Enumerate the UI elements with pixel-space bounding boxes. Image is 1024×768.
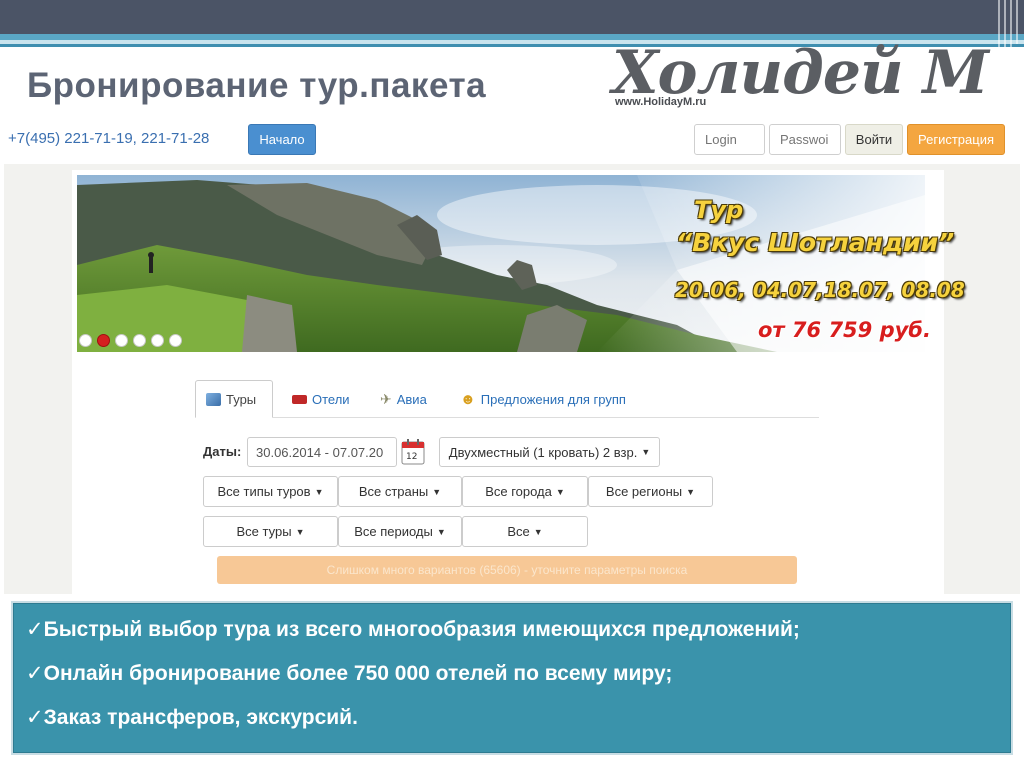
chevron-down-icon: ▼ [436, 526, 446, 537]
dropdown-label: Все регионы [605, 484, 683, 499]
tour-type-dropdown[interactable]: Все типы туров ▼ [203, 476, 338, 507]
city-dropdown[interactable]: Все города ▼ [462, 476, 588, 507]
country-dropdown[interactable]: Все страны ▼ [338, 476, 462, 507]
password-input[interactable] [769, 124, 841, 155]
slide-dot[interactable] [133, 334, 146, 347]
calendar-icon[interactable]: 12 [400, 438, 426, 466]
feature-text: Онлайн бронирование более 750 000 отелей… [43, 662, 673, 685]
holiday-m-logo: Холидей М www.HolidayM.ru [612, 38, 1004, 114]
plane-icon: ✈ [380, 390, 392, 407]
tab-label: Туры [226, 391, 257, 407]
group-icon: ☻ [460, 390, 476, 408]
room-select-value: Двухместный (1 кровать) 2 взр. [448, 444, 638, 460]
checkmark-icon: ✓ [26, 618, 44, 641]
dropdown-label: Все города [485, 484, 552, 499]
feature-item: ✓Онлайн бронирование более 750 000 отеле… [26, 661, 672, 686]
search-warning: Слишком много вариантов (65606) - уточни… [217, 556, 797, 584]
tours-dropdown[interactable]: Все туры ▼ [203, 516, 338, 547]
bed-icon [292, 394, 307, 404]
tab-label: Предложения для групп [480, 391, 626, 407]
chevron-down-icon: ▼ [641, 447, 651, 457]
login-button[interactable]: Войти [845, 124, 903, 155]
feature-item: ✓Быстрый выбор тура из всего многообрази… [26, 617, 800, 642]
tab-groups[interactable]: ☻ Предложения для групп [450, 380, 636, 418]
dates-label: Даты: [203, 444, 242, 459]
room-select[interactable]: Двухместный (1 кровать) 2 взр. ▼ [439, 437, 660, 467]
feature-text: Заказ трансферов, экскурсий. [43, 706, 358, 729]
feature-item: ✓Заказ трансферов, экскурсий. [26, 705, 358, 730]
slide-dot[interactable] [151, 334, 164, 347]
tab-hotels[interactable]: Отели [282, 380, 360, 418]
dropdown-label: Все [507, 524, 530, 539]
tab-tours[interactable]: Туры [195, 380, 273, 418]
banner-dates: 20.06, 04.07,18.07, 08.08 [675, 278, 965, 302]
period-dropdown[interactable]: Все периоды ▼ [338, 516, 462, 547]
phone-numbers: +7(495) 221-71-19, 221-71-28 [8, 130, 210, 147]
feature-text: Быстрый выбор тура из всего многообразия… [43, 618, 800, 641]
tab-avia[interactable]: ✈ Авиа [370, 380, 437, 418]
checkmark-icon: ✓ [26, 662, 44, 685]
checkmark-icon: ✓ [26, 706, 44, 729]
chevron-down-icon: ▼ [555, 486, 565, 497]
chevron-down-icon: ▼ [295, 526, 305, 537]
slide-dot[interactable] [169, 334, 182, 347]
dates-field[interactable]: 30.06.2014 - 07.07.20 [247, 437, 397, 467]
tab-label: Авиа [396, 391, 427, 407]
chevron-down-icon: ▼ [533, 526, 543, 537]
svg-text:12: 12 [406, 452, 417, 462]
all-dropdown[interactable]: Все ▼ [462, 516, 588, 547]
register-button[interactable]: Регистрация [907, 124, 1005, 155]
dropdown-label: Все типы туров [217, 484, 311, 499]
chevron-down-icon: ▼ [432, 486, 442, 497]
banner-title: Тур [694, 196, 744, 224]
dropdown-label: Все страны [358, 484, 429, 499]
package-icon [206, 392, 221, 406]
dropdown-label: Все туры [236, 524, 292, 539]
chevron-down-icon: ▼ [314, 486, 324, 497]
banner-price: от 76 759 руб. [758, 318, 931, 342]
slide-dot-active[interactable] [97, 334, 110, 347]
slide-top-bar [0, 0, 1024, 34]
region-dropdown[interactable]: Все регионы ▼ [588, 476, 713, 507]
home-button[interactable]: Начало [248, 124, 316, 155]
banner-pagination [79, 334, 182, 347]
slide-dot[interactable] [79, 334, 92, 347]
dropdown-label: Все периоды [354, 524, 433, 539]
banner-tour-name: “Вкус Шотландии” [676, 228, 955, 257]
chevron-down-icon: ▼ [686, 486, 696, 497]
login-input[interactable] [694, 124, 765, 155]
slide-dot[interactable] [115, 334, 128, 347]
tab-label: Отели [312, 391, 350, 407]
logo-url: www.HolidayM.ru [615, 96, 707, 108]
slide-title: Бронирование тур.пакета [27, 66, 487, 105]
